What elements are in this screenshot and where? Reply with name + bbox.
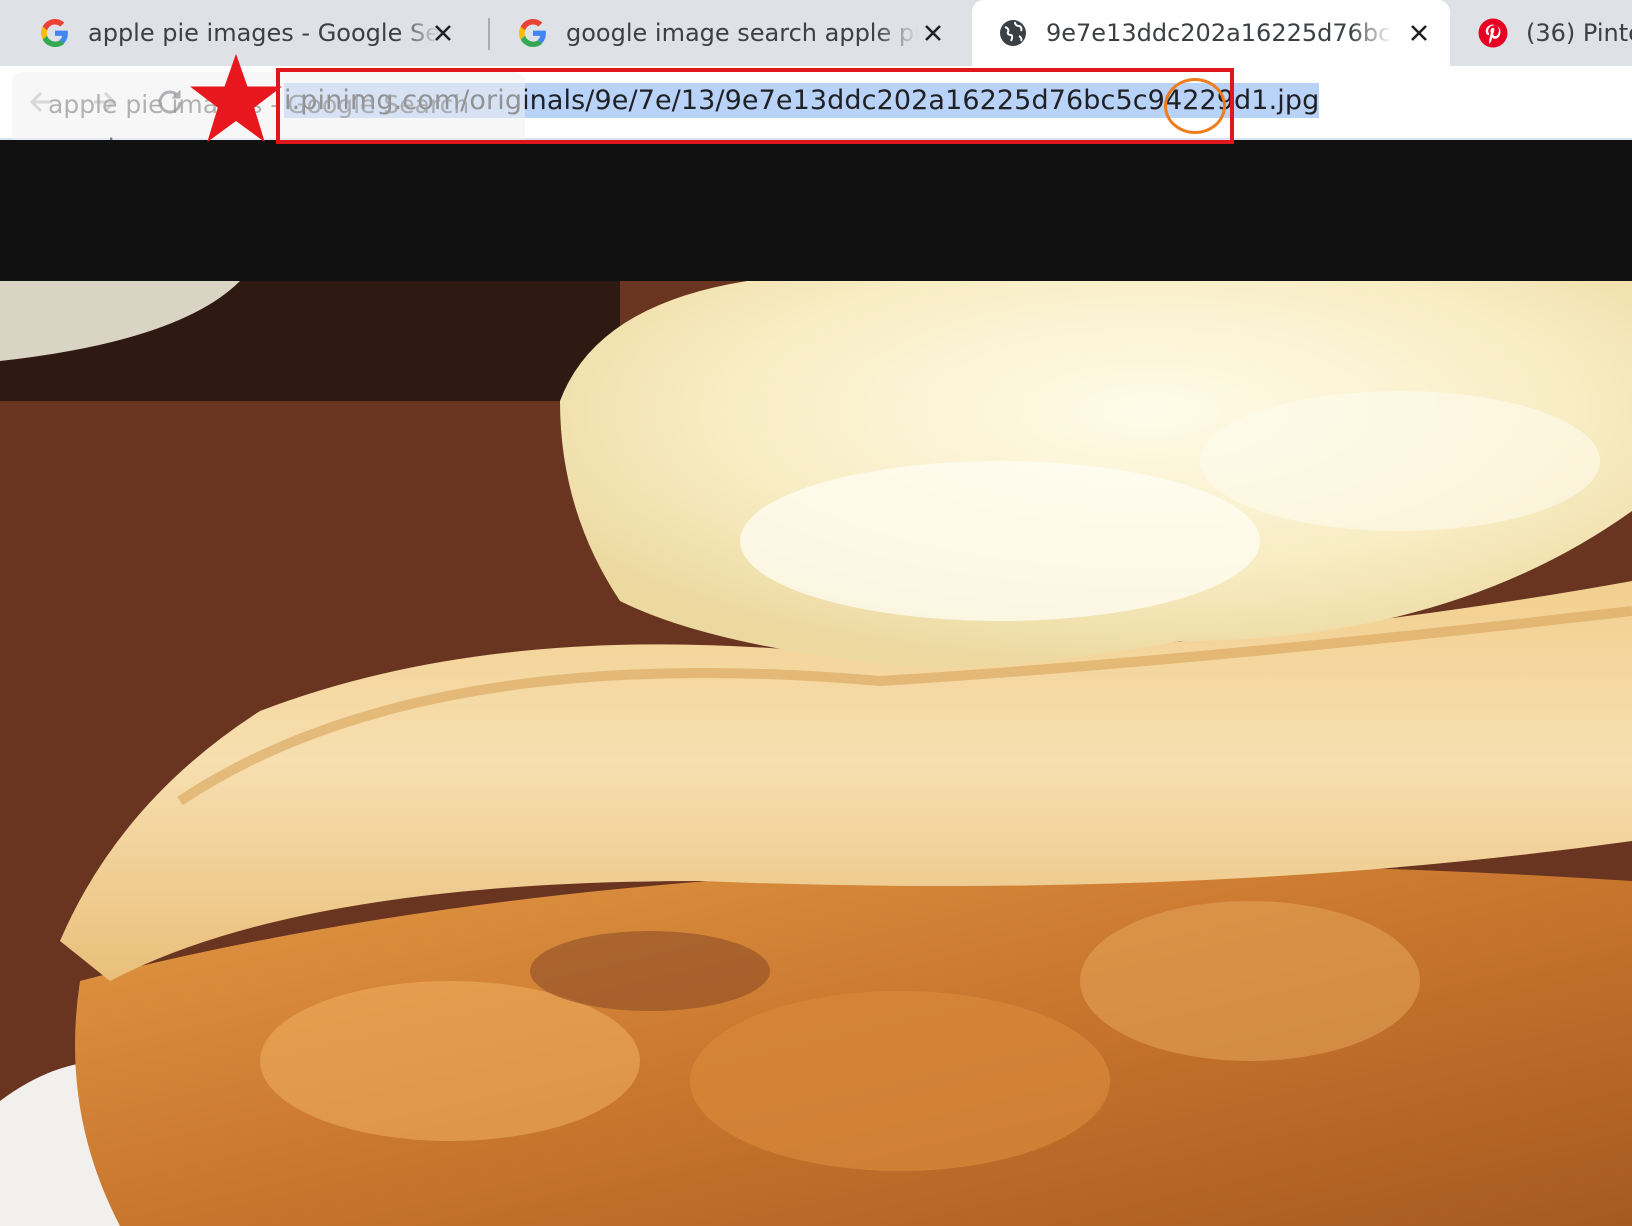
tab-title: (36) Pinterest <box>1526 19 1632 47</box>
close-icon[interactable] <box>918 18 948 48</box>
tab-separator <box>488 18 490 50</box>
close-icon[interactable] <box>1404 18 1434 48</box>
apple-pie-image <box>0 281 1632 1226</box>
apple-pie-photo <box>0 281 1632 1226</box>
google-g-icon <box>40 18 70 48</box>
tab-pinterest[interactable]: (36) Pinterest <box>1452 0 1632 66</box>
pinterest-icon <box>1478 18 1508 48</box>
tab-title: google image search apple pie - Google S… <box>566 19 918 47</box>
tab-active-image[interactable]: 9e7e13ddc202a16225d76bc5c94229d1.jpg <box>972 0 1450 66</box>
star-icon <box>190 53 282 143</box>
tab-title: 9e7e13ddc202a16225d76bc5c94229d1.jpg <box>1046 19 1392 47</box>
jpg-extension-circle <box>1164 78 1226 134</box>
close-icon[interactable] <box>428 18 458 48</box>
url-highlight-box <box>276 68 1234 144</box>
google-g-icon <box>518 18 548 48</box>
globe-icon <box>998 18 1028 48</box>
tab-title: apple pie images - Google Search <box>88 19 440 47</box>
tab-google-image-search[interactable]: google image search apple pie - Google S… <box>492 0 964 66</box>
